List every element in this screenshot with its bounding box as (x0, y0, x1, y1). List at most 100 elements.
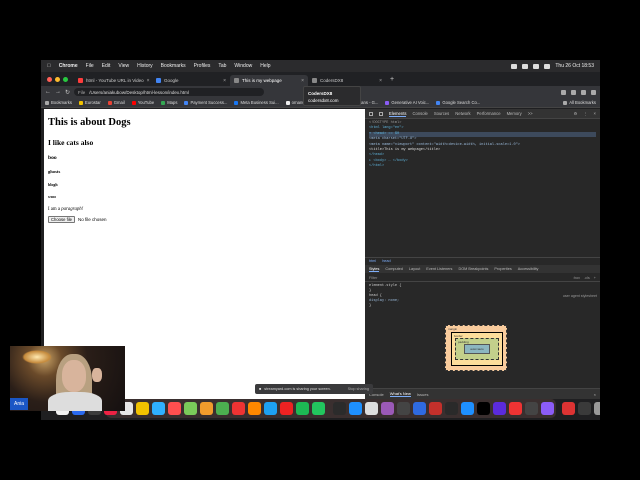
close-tab-icon[interactable]: × (223, 78, 226, 84)
dock-app-icon[interactable] (593, 402, 600, 415)
drawer-tab-issues[interactable]: Issues (417, 392, 429, 397)
all-bookmarks-button[interactable]: All Bookmarks (563, 100, 596, 105)
dock-app-icon[interactable] (135, 402, 149, 415)
dock-app-icon[interactable] (396, 402, 410, 415)
close-tab-icon[interactable]: × (379, 78, 382, 84)
tab-network[interactable]: Network (455, 111, 470, 116)
dock-app-icon[interactable] (332, 402, 346, 415)
inspect-element-icon[interactable] (369, 111, 373, 116)
zoom-window-button[interactable] (63, 76, 68, 82)
menu-history[interactable]: History (137, 63, 153, 69)
tab-accessibility[interactable]: Accessibility (518, 267, 539, 271)
menu-view[interactable]: View (118, 63, 129, 69)
dock-app-icon[interactable] (311, 402, 325, 415)
wifi-icon[interactable] (511, 63, 518, 69)
new-tab-button[interactable]: + (390, 76, 394, 83)
devtools-settings-icon[interactable]: ⚙ (574, 111, 578, 116)
bookmark-item[interactable]: Payment Success... (184, 100, 227, 105)
choose-file-button[interactable]: Choose file (48, 216, 75, 223)
search-icon[interactable] (533, 63, 540, 69)
styles-filter[interactable]: Filter :hov .cls + (365, 274, 600, 282)
menu-edit[interactable]: Edit (102, 63, 111, 69)
menu-profiles[interactable]: Profiles (194, 63, 211, 69)
apple-icon[interactable]:  (47, 63, 51, 69)
minimize-window-button[interactable] (55, 76, 60, 82)
dock-app-icon[interactable] (428, 402, 442, 415)
bookmark-item[interactable]: Eurostar (78, 100, 101, 105)
dock-app-icon[interactable] (460, 402, 474, 415)
dock-app-icon[interactable] (247, 402, 261, 415)
menubar-clock[interactable]: Thu 26 Oct 18:53 (555, 63, 594, 69)
dock-app-icon[interactable] (151, 402, 165, 415)
tab-styles[interactable]: Styles (369, 267, 380, 272)
tab-google[interactable]: Google × (152, 75, 230, 86)
dock-app-icon[interactable] (183, 402, 197, 415)
dock-app-icon[interactable] (279, 402, 293, 415)
close-window-button[interactable] (47, 76, 52, 82)
class-button[interactable]: .cls (584, 276, 590, 280)
download-icon[interactable] (561, 89, 566, 95)
tab-dom-breakpoints[interactable]: DOM Breakpoints (458, 267, 488, 271)
bookmark-item[interactable]: YouTube (131, 100, 154, 105)
devtools-close-icon[interactable]: × (594, 111, 596, 116)
dock-app-icon[interactable] (508, 402, 522, 415)
dom-node[interactable]: </html> (369, 164, 596, 169)
dock-app-icon[interactable] (295, 402, 309, 415)
menubar-app-name[interactable]: Chrome (59, 63, 78, 69)
rule-selector[interactable]: head { (369, 294, 382, 298)
dock-app-icon[interactable] (444, 402, 458, 415)
bookmark-item[interactable]: ornanu (285, 100, 305, 105)
dock-app-icon[interactable] (364, 402, 378, 415)
tab-properties[interactable]: Properties (494, 267, 511, 271)
dock-app-icon[interactable] (380, 402, 394, 415)
tab-codersdx8[interactable]: CodersDX8 × (308, 75, 386, 86)
back-icon[interactable]: ← (45, 89, 51, 95)
breadcrumb-item[interactable]: head (382, 259, 390, 263)
forward-icon[interactable]: → (55, 89, 61, 95)
dock-app-icon[interactable] (167, 402, 181, 415)
tab-console[interactable]: Console (412, 111, 427, 116)
dock-app-icon[interactable] (476, 402, 490, 415)
menu-tab[interactable]: Tab (218, 63, 226, 69)
profile-avatar[interactable] (581, 89, 586, 95)
close-tab-icon[interactable]: × (301, 78, 304, 84)
stop-sharing-button[interactable]: Stop sharing (348, 387, 369, 391)
tab-event-listeners[interactable]: Event Listeners (426, 267, 452, 271)
hover-state-button[interactable]: :hov (573, 276, 580, 280)
device-toolbar-icon[interactable] (379, 111, 383, 116)
bookmark-item[interactable]: Generative AI Voic... (385, 100, 429, 105)
dock-app-icon[interactable] (215, 402, 229, 415)
dock-app-icon[interactable] (231, 402, 245, 415)
menu-file[interactable]: File (86, 63, 94, 69)
dock-app-icon[interactable] (199, 402, 213, 415)
bookmark-item[interactable]: Gmail (107, 100, 125, 105)
tab-computed[interactable]: Computed (385, 267, 403, 271)
dock-app-icon[interactable] (492, 402, 506, 415)
close-tab-icon[interactable]: × (147, 78, 150, 84)
tab-my-webpage[interactable]: This is my webpage × (230, 75, 308, 86)
menu-bookmarks[interactable]: Bookmarks (161, 63, 186, 69)
tab-layout[interactable]: Layout (409, 267, 420, 271)
reload-icon[interactable]: ↻ (65, 89, 70, 96)
bookmark-item[interactable]: Meta Business Sui... (234, 100, 279, 105)
bookmark-star-icon[interactable] (571, 89, 576, 95)
bookmark-item[interactable]: Maps (161, 100, 177, 105)
battery-icon[interactable] (522, 63, 529, 69)
menu-help[interactable]: Help (260, 63, 270, 69)
tab-performance[interactable]: Performance (477, 111, 501, 116)
devtools-menu-icon[interactable]: ⋮ (583, 111, 587, 116)
dock-app-icon[interactable] (561, 402, 575, 415)
tab-memory[interactable]: Memory (507, 111, 522, 116)
bookmark-item[interactable]: Google Search Co... (436, 100, 480, 105)
dock-app-icon[interactable] (540, 402, 554, 415)
tab-youtube[interactable]: html - YouTube URL in Video × (74, 75, 152, 86)
dock-app-icon[interactable] (263, 402, 277, 415)
tab-sources[interactable]: Sources (434, 111, 449, 116)
breadcrumb-item[interactable]: html (369, 259, 376, 263)
drawer-close-icon[interactable]: × (594, 392, 596, 397)
new-rule-button[interactable]: + (594, 276, 596, 280)
address-bar[interactable]: File /Users/aniakubow/Desktop/html-lesso… (74, 88, 265, 96)
menu-window[interactable]: Window (234, 63, 252, 69)
dock-app-icon[interactable] (577, 402, 591, 415)
control-center-icon[interactable] (544, 63, 551, 69)
